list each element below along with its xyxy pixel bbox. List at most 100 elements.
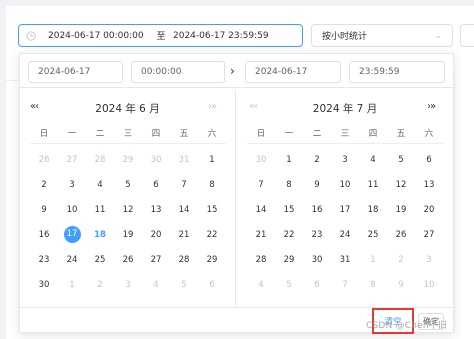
calendar-day[interactable]: 22 <box>275 230 303 240</box>
calendar-day[interactable]: 12 <box>114 205 142 215</box>
calendar-day[interactable]: 15 <box>275 205 303 215</box>
calendar-day[interactable]: 5 <box>275 280 303 290</box>
calendar-day[interactable]: 7 <box>170 180 198 190</box>
weekday-label: 四 <box>151 128 161 139</box>
calendar-day[interactable]: 28 <box>86 155 114 165</box>
calendar-day-selected[interactable]: 17 <box>58 226 86 243</box>
calendar-day[interactable]: 3 <box>114 280 142 290</box>
calendar-day[interactable]: 13 <box>415 180 443 190</box>
calendar-day[interactable]: 16 <box>30 230 58 240</box>
calendar-day[interactable]: 10 <box>331 180 359 190</box>
start-date-input[interactable]: 2024-06-17 <box>28 61 123 83</box>
calendar-day[interactable]: 20 <box>142 230 170 240</box>
calendar-day[interactable]: 27 <box>415 230 443 240</box>
calendar-day[interactable]: 26 <box>114 255 142 265</box>
calendar-day[interactable]: 3 <box>415 255 443 265</box>
calendar-day[interactable]: 9 <box>387 280 415 290</box>
calendar-day[interactable]: 11 <box>359 180 387 190</box>
calendar-day[interactable]: 1 <box>58 280 86 290</box>
calendar-day[interactable]: 5 <box>114 180 142 190</box>
calendar-day[interactable]: 26 <box>387 230 415 240</box>
calendar-day[interactable]: 21 <box>170 230 198 240</box>
calendar-day[interactable]: 10 <box>58 205 86 215</box>
calendar-day[interactable]: 19 <box>387 205 415 215</box>
calendar-day[interactable]: 2 <box>86 280 114 290</box>
end-time-input[interactable]: 23:59:59 <box>349 61 445 83</box>
next-month-button-disabled[interactable]: ›» <box>208 101 217 112</box>
calendar-day[interactable]: 4 <box>142 280 170 290</box>
calendar-day[interactable]: 7 <box>331 280 359 290</box>
calendar-day[interactable]: 2 <box>30 180 58 190</box>
calendar-day[interactable]: 6 <box>303 280 331 290</box>
calendar-day[interactable]: 6 <box>142 180 170 190</box>
calendar-day[interactable]: 22 <box>198 230 226 240</box>
calendar-day[interactable]: 28 <box>170 255 198 265</box>
calendar-day[interactable]: 11 <box>86 205 114 215</box>
calendar-day[interactable]: 2 <box>387 255 415 265</box>
calendar-day[interactable]: 5 <box>170 280 198 290</box>
calendar-day[interactable]: 4 <box>86 180 114 190</box>
calendar-day-today[interactable]: 18 <box>86 230 114 240</box>
next-year-month-button[interactable]: ›» <box>427 101 436 112</box>
calendar-day-number: 17 <box>63 226 81 243</box>
date-range-input[interactable]: 2024-06-17 00:00:00 至 2024-06-17 23:59:5… <box>18 24 303 47</box>
calendar-day[interactable]: 27 <box>58 155 86 165</box>
calendar-day[interactable]: 14 <box>247 205 275 215</box>
calendar-day[interactable]: 25 <box>86 255 114 265</box>
calendar-day[interactable]: 25 <box>359 230 387 240</box>
calendar-day[interactable]: 31 <box>170 155 198 165</box>
calendar-day[interactable]: 8 <box>359 280 387 290</box>
calendar-day[interactable]: 17 <box>331 205 359 215</box>
calendar-day[interactable]: 1 <box>359 255 387 265</box>
calendar-day[interactable]: 8 <box>275 180 303 190</box>
calendar-day-number: 26 <box>122 254 134 265</box>
calendar-day[interactable]: 6 <box>198 280 226 290</box>
calendar-day[interactable]: 31 <box>331 255 359 265</box>
calendar-day[interactable]: 30 <box>142 155 170 165</box>
calendar-day[interactable]: 4 <box>247 280 275 290</box>
calendar-day[interactable]: 5 <box>387 155 415 165</box>
calendar-day[interactable]: 23 <box>303 230 331 240</box>
calendar-day[interactable]: 12 <box>387 180 415 190</box>
calendar-day[interactable]: 30 <box>247 155 275 165</box>
calendar-day[interactable]: 14 <box>170 205 198 215</box>
start-time-input[interactable]: 00:00:00 <box>131 61 225 83</box>
calendar-day[interactable]: 20 <box>415 205 443 215</box>
end-date-input[interactable]: 2024-06-17 <box>245 61 341 83</box>
calendar-day-number: 6 <box>426 154 432 165</box>
calendar-day-number: 19 <box>122 229 134 240</box>
calendar-day[interactable]: 27 <box>142 255 170 265</box>
calendar-day[interactable]: 29 <box>114 155 142 165</box>
calendar-day[interactable]: 2 <box>303 155 331 165</box>
calendar-day[interactable]: 18 <box>359 205 387 215</box>
calendar-day[interactable]: 4 <box>359 155 387 165</box>
calendar-day[interactable]: 21 <box>247 230 275 240</box>
calendar-week-row: 2 3 4 5 6 7 8 <box>30 172 226 197</box>
calendar-day[interactable]: 13 <box>142 205 170 215</box>
side-button[interactable] <box>460 24 474 47</box>
calendar-week-row: 28 29 30 31 1 2 3 <box>247 247 443 272</box>
calendar-day[interactable]: 6 <box>415 155 443 165</box>
calendar-day[interactable]: 1 <box>275 155 303 165</box>
calendar-day[interactable]: 24 <box>331 230 359 240</box>
calendar-day[interactable]: 3 <box>331 155 359 165</box>
stat-mode-select[interactable]: 按小时统计 ⌄ <box>311 24 453 47</box>
calendar-day[interactable]: 15 <box>198 205 226 215</box>
calendar-day[interactable]: 30 <box>30 280 58 290</box>
calendar-day[interactable]: 9 <box>30 205 58 215</box>
calendar-day[interactable]: 7 <box>247 180 275 190</box>
calendar-day[interactable]: 1 <box>198 155 226 165</box>
calendar-day[interactable]: 24 <box>58 255 86 265</box>
calendar-day[interactable]: 10 <box>415 280 443 290</box>
calendar-day[interactable]: 9 <box>303 180 331 190</box>
calendar-day[interactable]: 23 <box>30 255 58 265</box>
calendar-day[interactable]: 30 <box>303 255 331 265</box>
calendar-day[interactable]: 28 <box>247 255 275 265</box>
calendar-day[interactable]: 29 <box>198 255 226 265</box>
calendar-day[interactable]: 3 <box>58 180 86 190</box>
calendar-day[interactable]: 26 <box>30 155 58 165</box>
calendar-day[interactable]: 16 <box>303 205 331 215</box>
calendar-day[interactable]: 19 <box>114 230 142 240</box>
calendar-day[interactable]: 29 <box>275 255 303 265</box>
calendar-day[interactable]: 8 <box>198 180 226 190</box>
